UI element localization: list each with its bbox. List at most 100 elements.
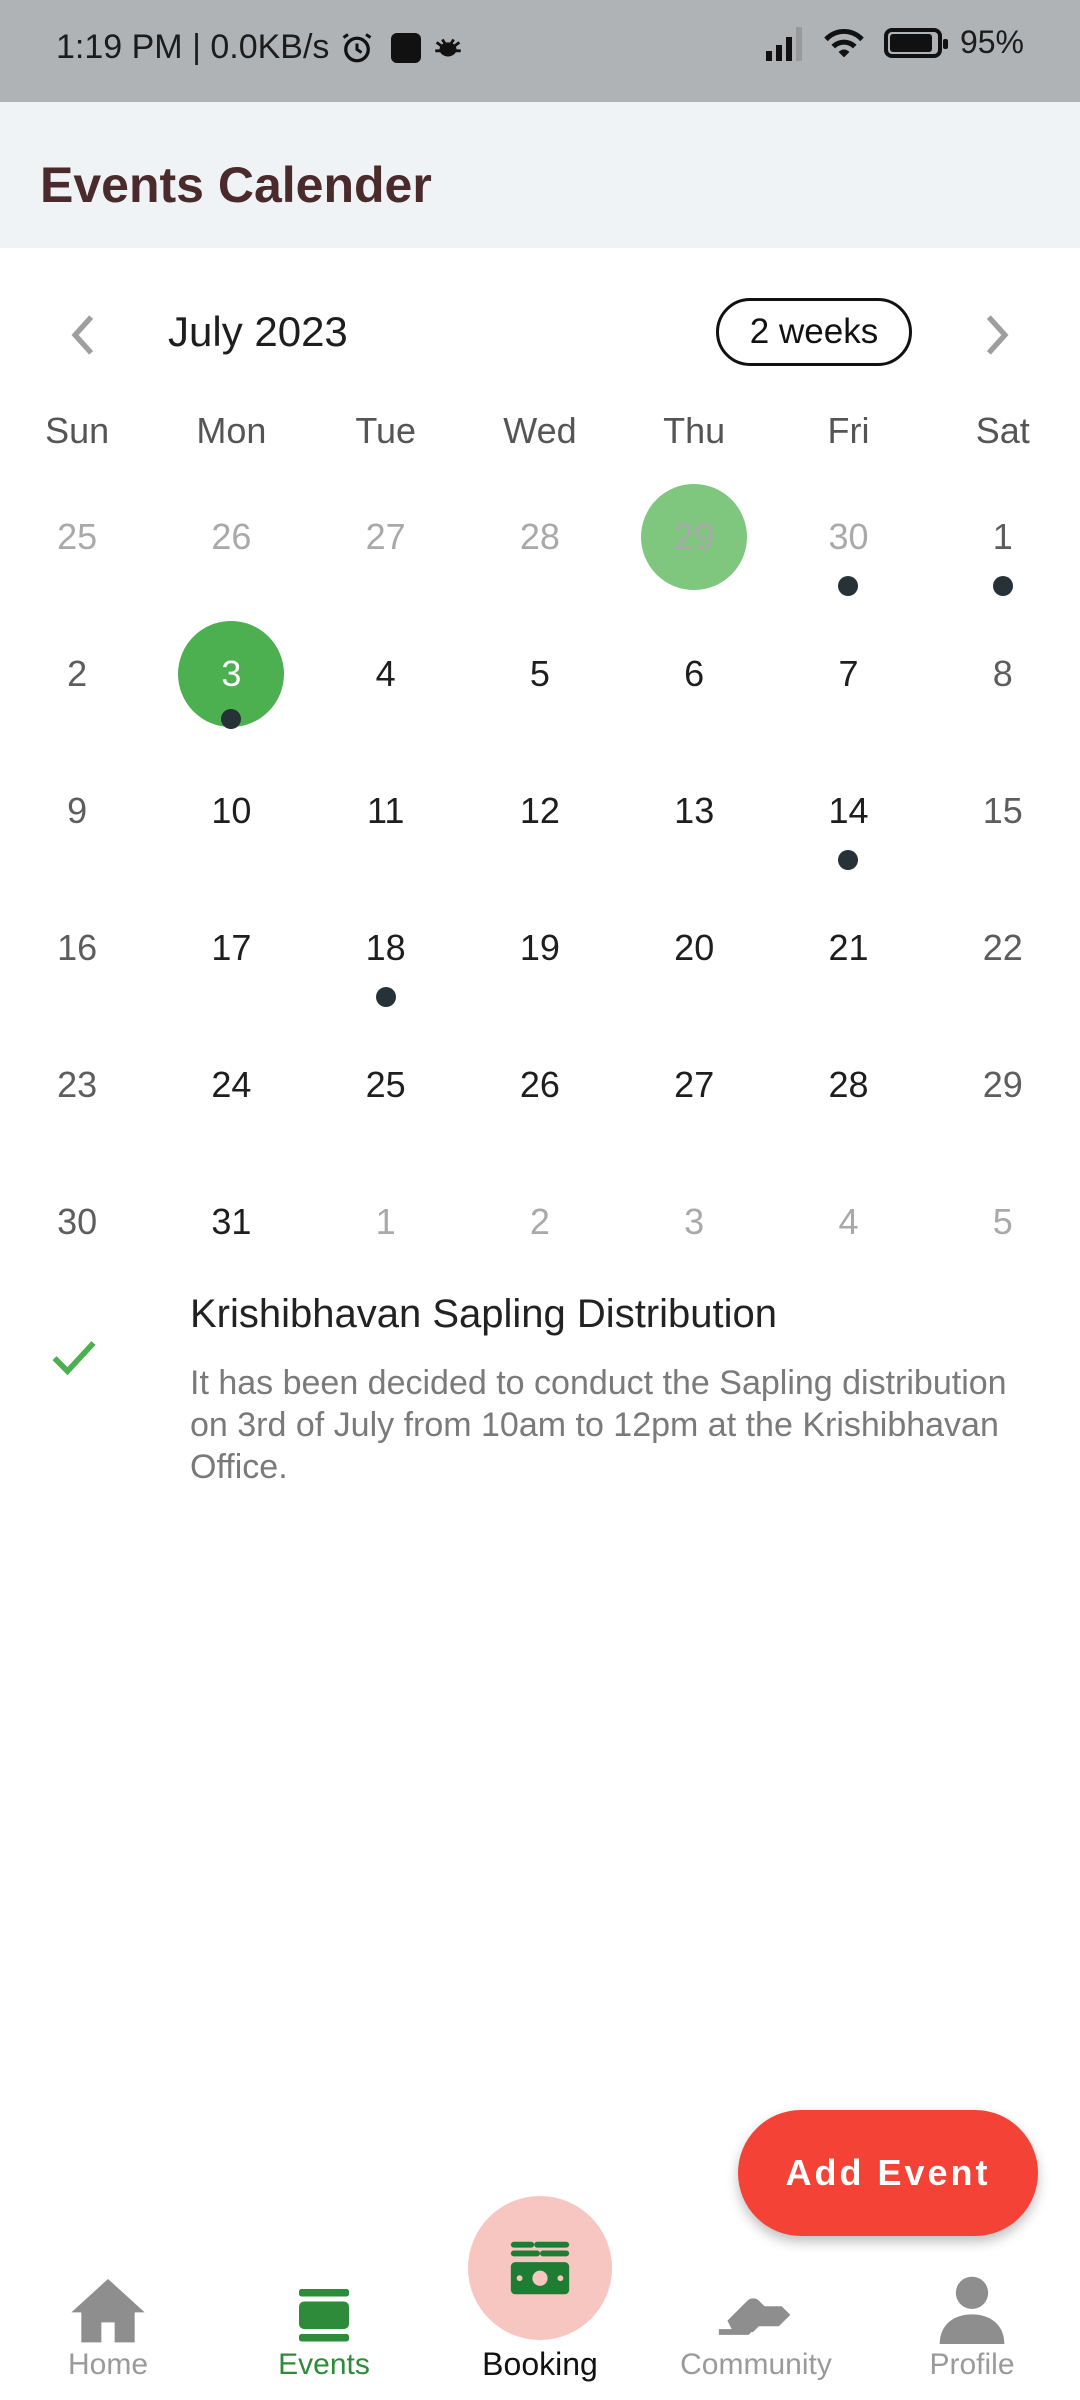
calendar-day[interactable]: 2 <box>463 1153 617 1290</box>
calendar-day[interactable]: 5 <box>926 1153 1080 1290</box>
calendar-day[interactable]: 17 <box>154 879 308 1016</box>
calendar-day[interactable]: 25 <box>0 468 154 605</box>
day-number: 3 <box>221 652 242 694</box>
nav-label-home: Home <box>67 2348 149 2381</box>
calendar-day[interactable]: 30 <box>771 468 925 605</box>
calendar-day[interactable]: 6 <box>617 605 771 742</box>
event-marker-dot <box>838 576 859 596</box>
calendar-day[interactable]: 4 <box>771 1153 925 1290</box>
calendar-day[interactable]: 11 <box>309 742 463 879</box>
nav-item-profile[interactable]: Profile <box>864 2252 1080 2400</box>
calendar-day[interactable]: 18 <box>309 879 463 1016</box>
event-list-item[interactable]: Krishibhavan Sapling Distribution It has… <box>0 1290 1080 1510</box>
day-number: 4 <box>375 652 396 694</box>
day-number: 28 <box>519 515 560 557</box>
calendar-day[interactable]: 10 <box>154 742 308 879</box>
day-number: 2 <box>529 1200 550 1242</box>
nav-item-home[interactable]: Home <box>0 2252 216 2400</box>
nav-label-community: Community <box>680 2348 832 2381</box>
event-description: It has been decided to conduct the Sapli… <box>190 1364 1007 1486</box>
calendar-day[interactable]: 21 <box>771 879 925 1016</box>
calendar-day[interactable]: 1 <box>309 1153 463 1290</box>
day-number: 27 <box>674 1063 715 1105</box>
person-icon <box>939 2276 1005 2344</box>
day-number: 15 <box>982 789 1023 831</box>
day-number: 14 <box>828 789 869 831</box>
day-number: 30 <box>57 1200 98 1242</box>
battery-icon <box>883 27 948 58</box>
calendar-day[interactable]: 15 <box>926 742 1080 879</box>
event-marker-dot <box>838 850 859 870</box>
day-number: 20 <box>674 926 715 968</box>
calendar-day[interactable]: 29 <box>926 1016 1080 1153</box>
day-number: 29 <box>674 515 715 557</box>
weekday-label: Wed <box>503 410 577 451</box>
nav-item-events[interactable]: Events <box>216 2252 432 2400</box>
calendar-day[interactable]: 20 <box>617 879 771 1016</box>
calendar-day[interactable]: 26 <box>463 1016 617 1153</box>
calendar-day[interactable]: 9 <box>0 742 154 879</box>
day-number: 1 <box>375 1200 396 1242</box>
day-number: 26 <box>211 515 252 557</box>
calendar-day[interactable]: 8 <box>926 605 1080 742</box>
day-number: 11 <box>366 789 405 831</box>
nav-label-booking: Booking <box>482 2346 598 2382</box>
calendar-day[interactable]: 4 <box>309 605 463 742</box>
day-number: 31 <box>211 1200 252 1242</box>
day-number: 27 <box>365 515 406 557</box>
booking-button[interactable] <box>468 2196 612 2340</box>
status-bar: 1:19 PM | 0.0KB/s 95% <box>0 0 1080 102</box>
app-bar: Events Calender <box>0 102 1080 248</box>
calendar-day[interactable]: 22 <box>926 879 1080 1016</box>
calendar-day[interactable]: 5 <box>463 605 617 742</box>
calendar-day[interactable]: 16 <box>0 879 154 1016</box>
weekday-label: Sun <box>45 410 110 451</box>
nav-item-community[interactable]: Community <box>648 2252 864 2400</box>
event-marker-dot <box>221 709 242 729</box>
calendar-day[interactable]: 13 <box>617 742 771 879</box>
nav-label-profile: Profile <box>929 2348 1015 2381</box>
weekday-row: Sun Mon Tue Wed Thu Fri Sat <box>0 410 1080 470</box>
day-number: 28 <box>828 1063 869 1105</box>
calendar-day[interactable]: 14 <box>771 742 925 879</box>
chevron-right-icon[interactable] <box>974 310 1018 360</box>
calendar-grid: 25 26 27 28 29 30 1 2 3 4 5 6 7 8 9 10 11 12 13 14 15 16 17 18 1… <box>0 468 1080 1290</box>
calendar-day[interactable]: 12 <box>463 742 617 879</box>
calendar-day[interactable]: 27 <box>309 468 463 605</box>
chevron-left-icon[interactable] <box>62 310 106 360</box>
calendar-day-today[interactable]: 29 <box>617 468 771 605</box>
calendar-day[interactable]: 28 <box>463 468 617 605</box>
calendar-day[interactable]: 27 <box>617 1016 771 1153</box>
calendar-day[interactable]: 30 <box>0 1153 154 1290</box>
day-number: 29 <box>982 1063 1023 1105</box>
calendar-header: July 2023 2 weeks <box>0 290 1080 380</box>
format-toggle-button[interactable]: 2 weeks <box>716 298 912 366</box>
calendar-day[interactable]: 3 <box>617 1153 771 1290</box>
day-number: 8 <box>992 652 1013 694</box>
day-number: 25 <box>57 515 98 557</box>
calendar-day[interactable]: 7 <box>771 605 925 742</box>
calendar-day[interactable]: 25 <box>309 1016 463 1153</box>
weekday-label: Sat <box>975 410 1030 451</box>
calendar-day[interactable]: 1 <box>926 468 1080 605</box>
day-number: 6 <box>684 652 705 694</box>
day-number: 17 <box>211 926 252 968</box>
calendar-day[interactable]: 19 <box>463 879 617 1016</box>
events-icon <box>299 2289 349 2342</box>
day-number: 26 <box>519 1063 560 1105</box>
app-notification-icon <box>391 32 422 63</box>
calendar-day[interactable]: 2 <box>0 605 154 742</box>
page-title: Events Calender <box>40 157 432 213</box>
calendar-day[interactable]: 23 <box>0 1016 154 1153</box>
calendar-day-selected[interactable]: 3 <box>154 605 308 742</box>
calendar-day[interactable]: 26 <box>154 468 308 605</box>
calendar-day[interactable]: 28 <box>771 1016 925 1153</box>
day-number: 1 <box>992 515 1013 557</box>
add-event-button[interactable]: Add Event <box>738 2110 1038 2236</box>
money-icon <box>510 2241 570 2295</box>
calendar-day[interactable]: 24 <box>154 1016 308 1153</box>
weekday-label: Thu <box>663 410 726 451</box>
calendar-day[interactable]: 31 <box>154 1153 308 1290</box>
day-number: 13 <box>674 789 715 831</box>
day-number: 10 <box>211 789 252 831</box>
